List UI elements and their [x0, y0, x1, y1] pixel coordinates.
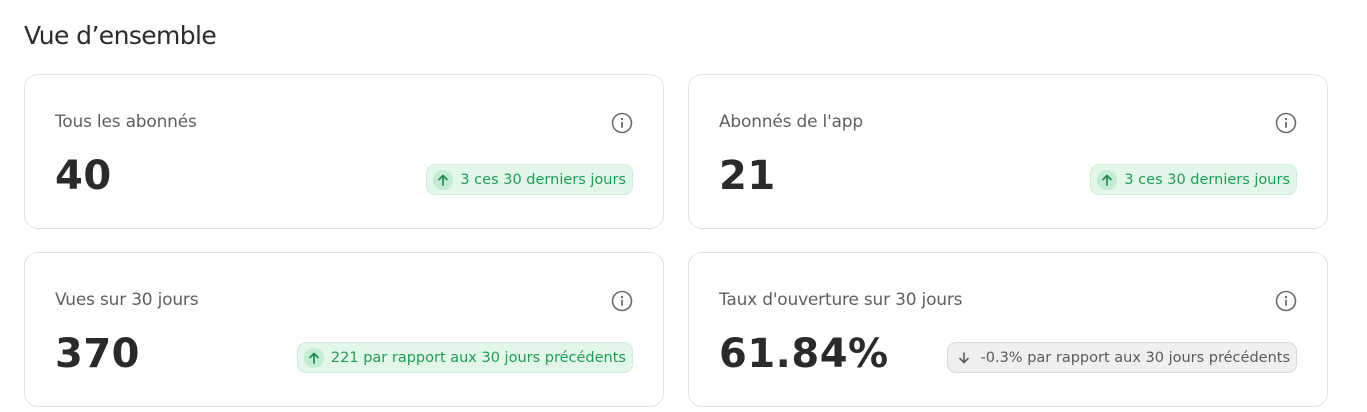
- trend-badge-text: 3 ces 30 derniers jours: [1124, 171, 1290, 188]
- info-icon[interactable]: [1275, 290, 1297, 312]
- stats-grid: Tous les abonnés 40 3 ces 30 derniers jo…: [24, 74, 1328, 407]
- arrow-up-icon: [303, 347, 324, 368]
- trend-badge: 3 ces 30 derniers jours: [426, 164, 633, 195]
- stat-card-all-subscribers: Tous les abonnés 40 3 ces 30 derniers jo…: [24, 74, 664, 229]
- overview-page: Vue d’ensemble Tous les abonnés 40 3 ces…: [0, 0, 1367, 412]
- stat-card-label: Taux d'ouverture sur 30 jours: [719, 290, 963, 310]
- info-icon[interactable]: [611, 112, 633, 134]
- info-icon[interactable]: [1275, 112, 1297, 134]
- stat-card-value: 40: [55, 153, 112, 199]
- stat-card-open-rate-30-days: Taux d'ouverture sur 30 jours 61.84% -0.…: [688, 252, 1328, 407]
- stat-card-label: Abonnés de l'app: [719, 112, 863, 132]
- trend-badge: 3 ces 30 derniers jours: [1090, 164, 1297, 195]
- stat-card-label: Tous les abonnés: [55, 112, 197, 132]
- trend-badge-text: 221 par rapport aux 30 jours précédents: [330, 349, 626, 366]
- stat-card-value: 61.84%: [719, 331, 889, 377]
- trend-badge-text: 3 ces 30 derniers jours: [460, 171, 626, 188]
- stat-card-views-30-days: Vues sur 30 jours 370 221 par rapport au…: [24, 252, 664, 407]
- arrow-up-icon: [433, 169, 454, 190]
- arrow-up-icon: [1097, 169, 1118, 190]
- arrow-down-icon: [954, 348, 974, 368]
- stat-card-value: 370: [55, 331, 140, 377]
- section-title: Vue d’ensemble: [24, 21, 217, 50]
- info-icon[interactable]: [611, 290, 633, 312]
- stat-card-label: Vues sur 30 jours: [55, 290, 199, 310]
- trend-badge-text: -0.3% par rapport aux 30 jours précédent…: [980, 349, 1290, 366]
- trend-badge: -0.3% par rapport aux 30 jours précédent…: [946, 342, 1297, 373]
- stat-card-app-subscribers: Abonnés de l'app 21 3 ces 30 derniers jo…: [688, 74, 1328, 229]
- stat-card-value: 21: [719, 153, 776, 199]
- trend-badge: 221 par rapport aux 30 jours précédents: [296, 342, 633, 373]
